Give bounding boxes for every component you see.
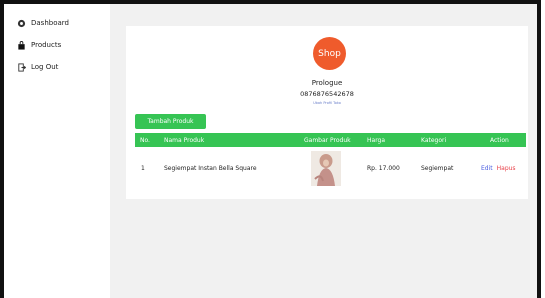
col-header-image: Gambar Produk — [304, 136, 351, 144]
row-product-image — [311, 151, 341, 186]
bag-icon — [16, 40, 26, 50]
row-category: Segiempat — [421, 165, 454, 172]
table-header: No. Nama Produk Gambar Produk Harga Kate… — [135, 133, 526, 147]
store-name: Prologue — [311, 79, 343, 87]
sidebar: Dashboard Products Log Out — [4, 4, 110, 298]
sidebar-item-label: Products — [31, 41, 62, 49]
store-phone: 0876876542678 — [300, 90, 354, 98]
sidebar-item-logout[interactable]: Log Out — [4, 56, 110, 78]
sidebar-item-label: Log Out — [31, 63, 59, 71]
logout-icon — [16, 62, 26, 72]
table-row: 1 Segiempat Instan Bella Square Rp. 17.0… — [135, 151, 526, 186]
col-header-category: Kategori — [421, 136, 447, 144]
col-header-no: No. — [140, 136, 150, 144]
col-header-price: Harga — [367, 136, 386, 144]
col-header-action: Action — [490, 136, 509, 144]
row-actions: Edit Hapus — [481, 151, 516, 186]
sidebar-item-products[interactable]: Products — [4, 34, 110, 56]
main-area: Shop Prologue 0876876542678 Ubah Profil … — [110, 4, 537, 298]
sidebar-item-label: Dashboard — [31, 19, 69, 27]
product-thumbnail — [311, 151, 341, 186]
edit-link[interactable]: Edit — [481, 165, 493, 172]
shop-logo: Shop — [313, 37, 346, 70]
row-price: Rp. 17.000 — [367, 165, 400, 172]
add-product-button[interactable]: Tambah Produk — [135, 114, 206, 129]
row-product-name: Segiempat Instan Bella Square — [164, 165, 257, 172]
gauge-icon — [16, 18, 26, 28]
row-no: 1 — [141, 165, 145, 172]
product-card: Shop Prologue 0876876542678 Ubah Profil … — [126, 26, 528, 199]
col-header-name: Nama Produk — [164, 136, 205, 144]
delete-link[interactable]: Hapus — [497, 165, 516, 172]
sidebar-item-dashboard[interactable]: Dashboard — [4, 12, 110, 34]
edit-store-link[interactable]: Ubah Profil Toko — [126, 101, 528, 105]
